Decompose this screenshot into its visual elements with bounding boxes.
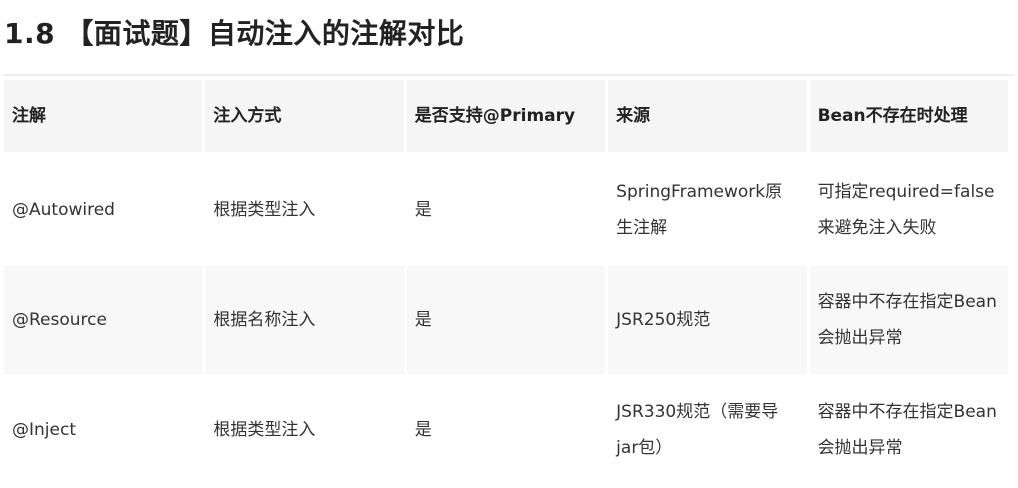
table-cell: 容器中不存在指定Bean会抛出异常 [809, 266, 1008, 374]
table-cell: 根据类型注入 [205, 154, 404, 266]
page-title: 1.8 【面试题】自动注入的注解对比 [4, 17, 465, 50]
table-header: 注解 注入方式 是否支持@Primary 来源 Bean不存在时处理 [4, 80, 1008, 154]
table-cell: SpringFramework原生注解 [608, 154, 807, 266]
header-cell-primary-support: 是否支持@Primary [406, 80, 606, 154]
table-cell: 可指定required=false来避免注入失败 [809, 154, 1008, 266]
header-cell-source: 来源 [608, 80, 807, 154]
table-row: @Inject 根据类型注入 是 JSR330规范（需要导jar包） 容器中不存… [4, 374, 1008, 486]
table-row: @Resource 根据名称注入 是 JSR250规范 容器中不存在指定Bean… [4, 266, 1008, 374]
table-cell: 是 [406, 374, 606, 486]
table-body: @Autowired 根据类型注入 是 SpringFramework原生注解 … [4, 154, 1008, 486]
header-cell-injection-method: 注入方式 [205, 80, 404, 154]
table-row: @Autowired 根据类型注入 是 SpringFramework原生注解 … [4, 154, 1008, 266]
table-cell: 根据名称注入 [205, 266, 404, 374]
heading-divider [4, 74, 1014, 76]
table-cell: 是 [406, 266, 606, 374]
table-cell: @Autowired [4, 154, 203, 266]
page: 1.8 【面试题】自动注入的注解对比 注解 注入方式 是否支持@Primary … [0, 0, 1018, 488]
table-cell: 容器中不存在指定Bean会抛出异常 [809, 374, 1008, 486]
table-cell: JSR250规范 [608, 266, 807, 374]
header-cell-annotation: 注解 [4, 80, 203, 154]
header-cell-missing-bean-handling: Bean不存在时处理 [809, 80, 1008, 154]
table-cell: 是 [406, 154, 606, 266]
annotation-comparison-table: 注解 注入方式 是否支持@Primary 来源 Bean不存在时处理 @Auto… [1, 80, 1011, 486]
header-row: 注解 注入方式 是否支持@Primary 来源 Bean不存在时处理 [4, 80, 1008, 154]
table-cell: JSR330规范（需要导jar包） [608, 374, 807, 486]
table-cell: 根据类型注入 [205, 374, 404, 486]
table-cell: @Resource [4, 266, 203, 374]
table-cell: @Inject [4, 374, 203, 486]
